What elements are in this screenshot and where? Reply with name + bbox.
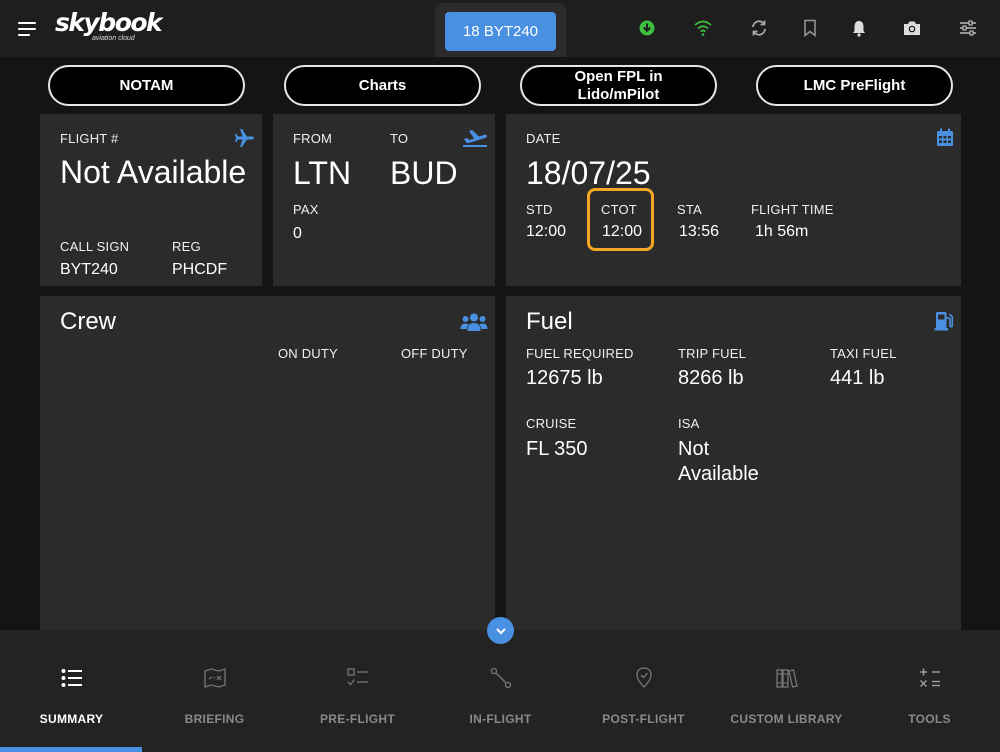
camera-icon[interactable] — [902, 18, 922, 38]
crew-title: Crew — [60, 308, 117, 335]
reg-label: REG — [172, 239, 201, 254]
logo-text: skybook — [55, 8, 163, 37]
ctot-label: CTOT — [601, 202, 637, 217]
settings-sliders-icon[interactable] — [958, 18, 978, 38]
calculator-icon — [919, 668, 940, 688]
bell-icon[interactable] — [849, 18, 869, 38]
taxi-fuel-label: TAXI FUEL — [830, 346, 897, 361]
fuel-required-value: 12675 lb — [526, 367, 603, 389]
lmc-preflight-button[interactable]: LMC PreFlight — [756, 65, 953, 106]
flight-number-value: Not Available — [60, 154, 247, 190]
sta-value: 13:56 — [679, 223, 720, 240]
pax-value: 0 — [293, 225, 302, 242]
fuel-pump-icon — [934, 312, 954, 331]
fuel-title: Fuel — [526, 308, 573, 335]
callsign-label: CALL SIGN — [60, 239, 130, 254]
bottom-navigation: SUMMARY BRIEFING PRE-FLIGHT IN-FLIGHT PO… — [0, 630, 1000, 752]
std-value: 12:00 — [526, 223, 567, 240]
taxi-fuel-value: 441 lb — [830, 367, 885, 389]
nav-inflight[interactable]: IN-FLIGHT — [429, 630, 572, 752]
chevron-down-icon — [495, 627, 506, 634]
expand-button[interactable] — [487, 617, 514, 644]
airplane-icon — [235, 129, 254, 147]
to-value: BUD — [390, 155, 458, 191]
pax-label: PAX — [293, 202, 319, 217]
nav-inflight-label: IN-FLIGHT — [469, 712, 532, 726]
crew-group-icon — [460, 313, 488, 331]
cruise-label: CRUISE — [526, 416, 577, 431]
flight-selector-button[interactable]: 18 BYT240 — [445, 12, 556, 51]
map-icon — [203, 668, 226, 688]
nav-preflight-label: PRE-FLIGHT — [320, 712, 395, 726]
location-check-icon — [635, 667, 652, 688]
logo-subtitle: aviation cloud — [92, 35, 135, 42]
fuel-required-label: FUEL REQUIRED — [526, 346, 634, 361]
sync-icon[interactable] — [749, 18, 769, 38]
isa-value: Not Available — [678, 438, 759, 485]
wifi-icon[interactable] — [693, 18, 713, 38]
checklist-icon — [346, 668, 368, 686]
ctot-highlight — [587, 188, 654, 251]
date-value: 18/07/25 — [526, 155, 651, 191]
trip-fuel-value: 8266 lb — [678, 367, 744, 389]
nav-postflight-label: POST-FLIGHT — [602, 712, 685, 726]
nav-summary[interactable]: SUMMARY — [0, 630, 143, 752]
nav-summary-label: SUMMARY — [39, 712, 104, 726]
bookmark-icon[interactable] — [800, 18, 820, 38]
nav-custom-library[interactable]: CUSTOM LIBRARY — [715, 630, 858, 752]
nav-preflight[interactable]: PRE-FLIGHT — [286, 630, 429, 752]
flight-number-label: FLIGHT # — [60, 131, 119, 146]
notam-button[interactable]: NOTAM — [48, 65, 245, 106]
cruise-value: FL 350 — [526, 438, 588, 460]
std-label: STD — [526, 202, 553, 217]
from-label: FROM — [293, 131, 333, 146]
nav-custom-library-label: CUSTOM LIBRARY — [730, 712, 843, 726]
flight-selector-tab: 18 BYT240 — [435, 3, 566, 57]
ctot-value: 12:00 — [602, 223, 643, 240]
list-icon — [61, 669, 82, 687]
calendar-icon — [937, 128, 953, 146]
date-label: DATE — [526, 131, 561, 146]
menu-icon[interactable] — [18, 22, 36, 36]
off-duty-label: OFF DUTY — [401, 346, 468, 361]
reg-value: PHCDF — [172, 261, 228, 278]
open-fpl-button[interactable]: Open FPL in Lido/mPilot — [520, 65, 717, 106]
from-value: LTN — [293, 155, 352, 191]
nav-postflight[interactable]: POST-FLIGHT — [572, 630, 715, 752]
top-bar: skybook aviation cloud 18 BYT240 — [0, 0, 1000, 57]
app-logo: skybook aviation cloud — [55, 8, 163, 43]
active-tab-indicator — [0, 747, 142, 752]
schedule-panel — [506, 114, 961, 286]
trip-fuel-label: TRIP FUEL — [678, 346, 747, 361]
to-label: TO — [390, 131, 409, 146]
books-icon — [775, 669, 798, 688]
nav-tools-label: TOOLS — [908, 712, 951, 726]
callsign-value: BYT240 — [60, 261, 118, 278]
isa-label: ISA — [678, 416, 700, 431]
sta-label: STA — [677, 202, 702, 217]
nav-briefing-label: BRIEFING — [184, 712, 245, 726]
download-icon[interactable] — [637, 18, 657, 38]
flight-time-label: FLIGHT TIME — [751, 202, 834, 217]
nav-tools[interactable]: TOOLS — [858, 630, 1000, 752]
charts-button[interactable]: Charts — [284, 65, 481, 106]
route-icon — [490, 667, 511, 689]
nav-briefing[interactable]: BRIEFING — [143, 630, 286, 752]
flight-time-value: 1h 56m — [755, 223, 809, 240]
on-duty-label: ON DUTY — [278, 346, 338, 361]
takeoff-icon — [463, 130, 487, 147]
